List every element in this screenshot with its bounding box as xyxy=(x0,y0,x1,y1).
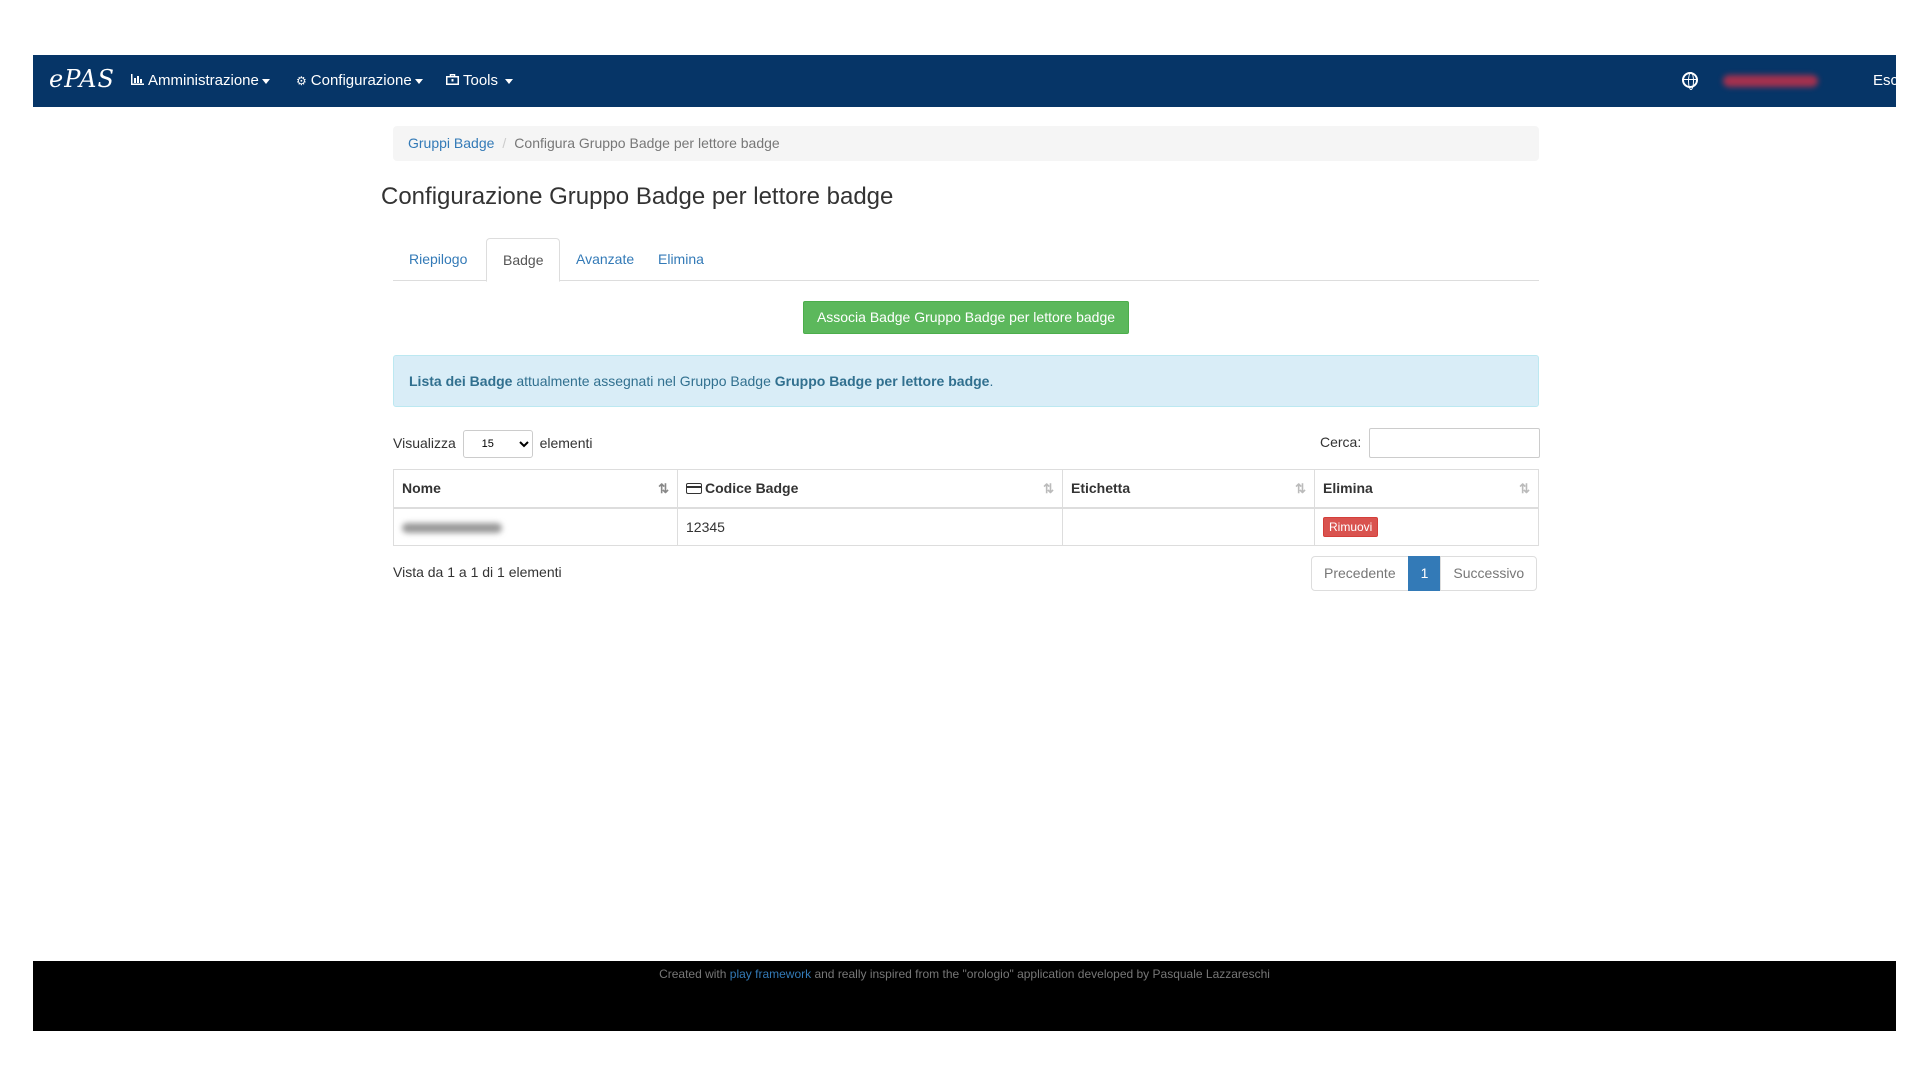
language-globe-icon[interactable] xyxy=(1682,72,1698,90)
page-title: Configurazione Gruppo Badge per lettore … xyxy=(381,183,894,210)
play-framework-link[interactable]: play framework xyxy=(730,967,811,981)
table-search: Cerca: xyxy=(1320,427,1541,459)
pagination-page-1[interactable]: 1 xyxy=(1407,556,1442,591)
badge-table: Nome ⇅ Codice Badge ⇅ Etichetta ⇅ Elimina ⇅ … xyxy=(393,469,1539,546)
search-label: Cerca: xyxy=(1320,434,1362,450)
logout-label: Esci xyxy=(1873,72,1902,89)
breadcrumb: Gruppi Badge / Configura Gruppo Badge per … xyxy=(393,126,1539,161)
pagination: Precedente 1 Successivo xyxy=(1311,556,1538,591)
alert-strong-list: Lista dei Badge xyxy=(409,373,513,389)
footer-suffix: and really inspired from the "orologio" … xyxy=(811,967,1270,981)
menu-tools-label: Tools xyxy=(463,72,499,89)
sort-icon: ⇅ xyxy=(1295,481,1306,496)
logout-icon: ⇥ xyxy=(1904,74,1915,88)
breadcrumb-separator: / xyxy=(502,135,507,151)
menu-amministrazione[interactable]: Amministrazione xyxy=(131,55,270,107)
search-input[interactable] xyxy=(1369,428,1541,459)
brand-logo[interactable]: ePAS xyxy=(49,65,115,93)
column-label: Nome xyxy=(402,480,441,497)
caret-down-icon xyxy=(414,78,423,84)
menu-configurazione[interactable]: ⚙ Configurazione xyxy=(296,55,423,107)
column-header-etichetta[interactable]: Etichetta ⇅ xyxy=(1062,469,1315,509)
column-label: Etichetta xyxy=(1071,480,1131,497)
breadcrumb-current: Configura Gruppo Badge per lettore badge xyxy=(514,135,780,151)
pagination-next[interactable]: Successivo xyxy=(1440,556,1538,591)
sort-asc-icon: ⇅ xyxy=(658,481,669,496)
page-length-control: Visualizza 15 elementi xyxy=(393,429,593,459)
toolbox-icon xyxy=(446,55,459,107)
column-label: Elimina xyxy=(1323,480,1373,497)
column-label: Codice Badge xyxy=(705,480,799,497)
alert-strong-group: Gruppo Badge per lettore badge xyxy=(774,373,990,389)
cell-etichetta xyxy=(1062,507,1315,546)
page-length-select[interactable]: 15 xyxy=(462,430,533,459)
alert-end: . xyxy=(989,373,994,389)
tab-bar: Riepilogo Badge Avanzate Elimina xyxy=(393,238,1539,282)
top-navbar: ePAS Amministrazione ⚙ Configurazione Too… xyxy=(33,55,1914,107)
length-prefix: Visualizza xyxy=(393,435,456,451)
tab-avanzate[interactable]: Avanzate xyxy=(560,238,650,281)
caret-down-icon xyxy=(505,78,514,84)
caret-down-icon xyxy=(261,78,270,84)
name-redacted xyxy=(402,523,502,534)
table-info: Vista da 1 a 1 di 1 elementi xyxy=(393,564,562,580)
footer: Created with play framework and really i… xyxy=(33,961,1896,1031)
user-name-redacted[interactable] xyxy=(1723,75,1818,87)
alert-text: attualmente assegnati nel Gruppo Badge xyxy=(512,373,775,389)
associate-badge-button[interactable]: Associa Badge Gruppo Badge per lettore b… xyxy=(803,301,1129,334)
tab-badge[interactable]: Badge xyxy=(486,238,561,282)
column-header-codice-badge[interactable]: Codice Badge ⇅ xyxy=(677,469,1063,509)
footer-prefix: Created with xyxy=(659,967,730,981)
cell-nome xyxy=(393,507,678,546)
credit-card-icon xyxy=(686,483,702,495)
menu-configurazione-label: Configurazione xyxy=(310,72,412,89)
remove-button[interactable]: Rimuovi xyxy=(1323,516,1379,537)
column-header-nome[interactable]: Nome ⇅ xyxy=(393,469,678,509)
menu-amministrazione-label: Amministrazione xyxy=(148,72,259,89)
table-row: 12345 Rimuovi xyxy=(393,507,1539,546)
bar-chart-icon xyxy=(131,55,144,107)
tab-riepilogo[interactable]: Riepilogo xyxy=(393,238,483,281)
tab-elimina[interactable]: Elimina xyxy=(642,238,720,281)
cell-elimina: Rimuovi xyxy=(1314,507,1539,546)
pagination-previous[interactable]: Precedente xyxy=(1311,556,1409,591)
column-header-elimina[interactable]: Elimina ⇅ xyxy=(1314,469,1539,509)
table-header-row: Nome ⇅ Codice Badge ⇅ Etichetta ⇅ Elimina ⇅ xyxy=(393,469,1539,509)
logout-link[interactable]: Esci ⇥ xyxy=(1873,55,1914,107)
length-suffix: elementi xyxy=(539,435,593,451)
sort-icon: ⇅ xyxy=(1519,481,1530,496)
breadcrumb-gruppi-badge[interactable]: Gruppi Badge xyxy=(408,135,494,151)
menu-tools[interactable]: Tools xyxy=(446,55,514,107)
cell-codice-badge: 12345 xyxy=(677,507,1063,546)
sort-icon: ⇅ xyxy=(1043,481,1054,496)
info-alert: Lista dei Badge attualmente assegnati ne… xyxy=(393,355,1539,407)
gear-icon: ⚙ xyxy=(296,74,307,88)
